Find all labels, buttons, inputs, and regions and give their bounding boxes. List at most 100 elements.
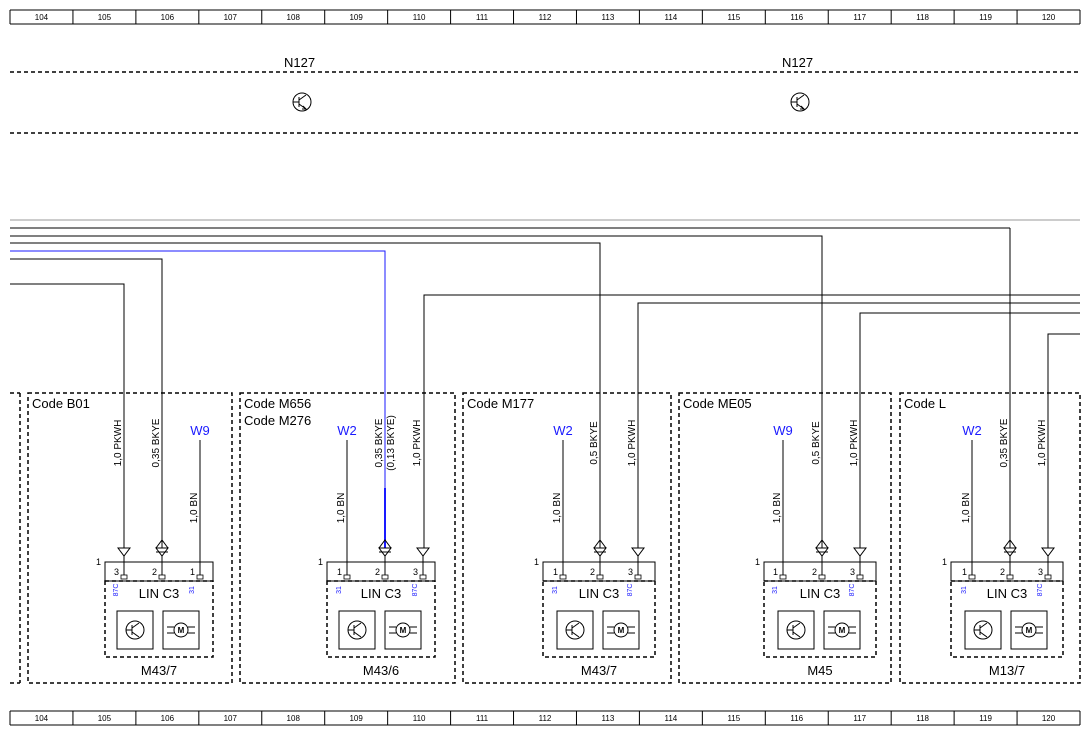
pin-number: 3	[413, 567, 418, 577]
wire-label: 1,0 BN	[961, 493, 972, 524]
motor-icon: M	[384, 610, 422, 650]
ruler-cell: 110	[413, 714, 426, 723]
lin-label: LIN C3	[987, 586, 1027, 601]
wire-label: 0,35 BKYE	[999, 418, 1010, 467]
svg-text:M: M	[1026, 626, 1033, 635]
svg-text:M: M	[618, 626, 625, 635]
top-component-2-label: N127	[782, 55, 813, 70]
wire-label: 1,0 PKWH	[1037, 420, 1048, 467]
ruler-cell: 106	[161, 13, 175, 22]
ruler-bottom: 104 105 106 107 108 109 110 111 112 113 114 115 116 1…	[9, 710, 1081, 726]
connector-index: 1	[755, 557, 760, 567]
ruler-cell: 114	[664, 13, 677, 22]
svg-text:M: M	[839, 626, 846, 635]
code-label: Code M656	[244, 396, 311, 411]
wiring-diagram: 104 105 106 107 108 109 110 111 112 113 114 115 116 1…	[9, 9, 1081, 726]
ruler-cell: 111	[476, 714, 489, 723]
module-m45[interactable]: Code ME05 1 LIN C3 M M45 W9 1,0 BN 1 31 0,5 BKYE 2…	[678, 392, 892, 684]
code-label: Code L	[904, 396, 946, 411]
terminal-arrow	[853, 547, 867, 557]
wire-label-secondary: (0,13 BKYE)	[386, 415, 397, 471]
ruler-cell: 120	[1042, 13, 1056, 22]
ruler-cell: 109	[349, 714, 363, 723]
wire-label: 1,0 BN	[336, 493, 347, 524]
pin-number: 1	[190, 567, 195, 577]
pin-alt-label: 31	[189, 586, 196, 594]
lin-label: LIN C3	[361, 586, 401, 601]
lin-label: LIN C3	[579, 586, 619, 601]
module-m43-6[interactable]: Code M656 Code M276 1 LIN C3 M M43/6 W2 1,0 BN 1…	[239, 392, 456, 684]
transistor-icon	[338, 610, 376, 650]
top-component-1-label: N127	[284, 55, 315, 70]
pin-number: 2	[1000, 567, 1005, 577]
ruler-cell: 110	[413, 13, 426, 22]
wire-label: 1,0 PKWH	[113, 420, 124, 467]
pin-number: 2	[152, 567, 157, 577]
ruler-top: 104 105 106 107 108 109 110 111 112 113 114 115 116 1…	[9, 9, 1081, 25]
transistor-icon	[777, 610, 815, 650]
module-label: M45	[807, 663, 832, 678]
ruler-cell: 108	[287, 13, 301, 22]
transistor-icon	[790, 92, 810, 112]
module-label: M43/7	[141, 663, 177, 678]
svg-text:M: M	[178, 626, 185, 635]
connector-index: 1	[942, 557, 947, 567]
terminal-arrow	[1041, 547, 1055, 557]
motor-icon: M	[1010, 610, 1048, 650]
wire-label: 0,35 BKYE	[151, 418, 162, 467]
motor-icon: M	[823, 610, 861, 650]
pin-number: 3	[1038, 567, 1043, 577]
module-m13-7[interactable]: Code L 1 LIN C3 M M13/7 W2 1,0 BN 1 31 0,35 BKYE 2…	[899, 392, 1081, 684]
wire-label: 1,0 PKWH	[849, 420, 860, 467]
ruler-cell: 112	[539, 714, 552, 723]
pin-alt-label: 87C	[412, 584, 419, 597]
ruler-cell: 115	[727, 714, 740, 723]
ruler-cell: 117	[853, 13, 866, 22]
ruler-cell: 106	[161, 714, 175, 723]
ruler-cell: 109	[349, 13, 363, 22]
transistor-icon	[556, 610, 594, 650]
pin-number: 3	[850, 567, 855, 577]
ruler-cell: 119	[979, 13, 992, 22]
transistor-icon	[964, 610, 1002, 650]
motor-icon: M	[162, 610, 200, 650]
wire-label: 1,0 BN	[552, 493, 563, 524]
top-component-1[interactable]: N127	[284, 55, 315, 112]
ruler-cell: 108	[287, 714, 301, 723]
wire-label: 0,5 BKYE	[811, 421, 822, 465]
connector-index: 1	[534, 557, 539, 567]
pin-alt-label: 31	[552, 586, 559, 594]
ruler-cell: 104	[35, 13, 49, 22]
connector-strip	[326, 561, 436, 582]
module-frame	[899, 392, 1081, 684]
module-m43-7[interactable]: Code B01 1 LIN C3 M M43/7 1,0 PKWH 3 87C 0,35 BK…	[27, 392, 233, 684]
top-component-2[interactable]: N127	[782, 55, 813, 112]
code-label: Code ME05	[683, 396, 752, 411]
ruler-cell: 113	[602, 13, 615, 22]
lin-label: LIN C3	[139, 586, 179, 601]
ruler-cell: 120	[1042, 714, 1056, 723]
ground-label: W2	[337, 423, 357, 438]
ruler-cell: 114	[664, 714, 677, 723]
ruler-cell: 116	[790, 714, 803, 723]
module-label: M43/7	[581, 663, 617, 678]
svg-text:M: M	[400, 626, 407, 635]
ground-label: W2	[553, 423, 573, 438]
pin-alt-label: 31	[336, 586, 343, 594]
ruler-cell: 119	[979, 714, 992, 723]
ruler-cell: 111	[476, 13, 489, 22]
ruler-cell: 107	[224, 714, 238, 723]
wire-label: 0,5 BKYE	[589, 421, 600, 465]
ruler-cell: 105	[98, 13, 112, 22]
wire-label: 1,0 PKWH	[412, 420, 423, 467]
ruler-cell: 113	[602, 714, 615, 723]
terminal-arrow	[631, 547, 645, 557]
terminal-arrow	[117, 547, 131, 557]
module-area: Code B01 1 LIN C3 M M43/7 1,0 PKWH 3 87C 0,35 BK…	[10, 392, 1081, 684]
bus-wires	[10, 219, 1080, 548]
wire-label: 0,35 BKYE	[374, 418, 385, 467]
pin-number: 3	[114, 567, 119, 577]
pin-alt-label: 31	[772, 586, 779, 594]
ruler-cell: 117	[853, 714, 866, 723]
module-m43-7[interactable]: Code M177 1 LIN C3 M M43/7 W2 1,0 BN 1 31 0,5 BKY…	[462, 392, 672, 684]
